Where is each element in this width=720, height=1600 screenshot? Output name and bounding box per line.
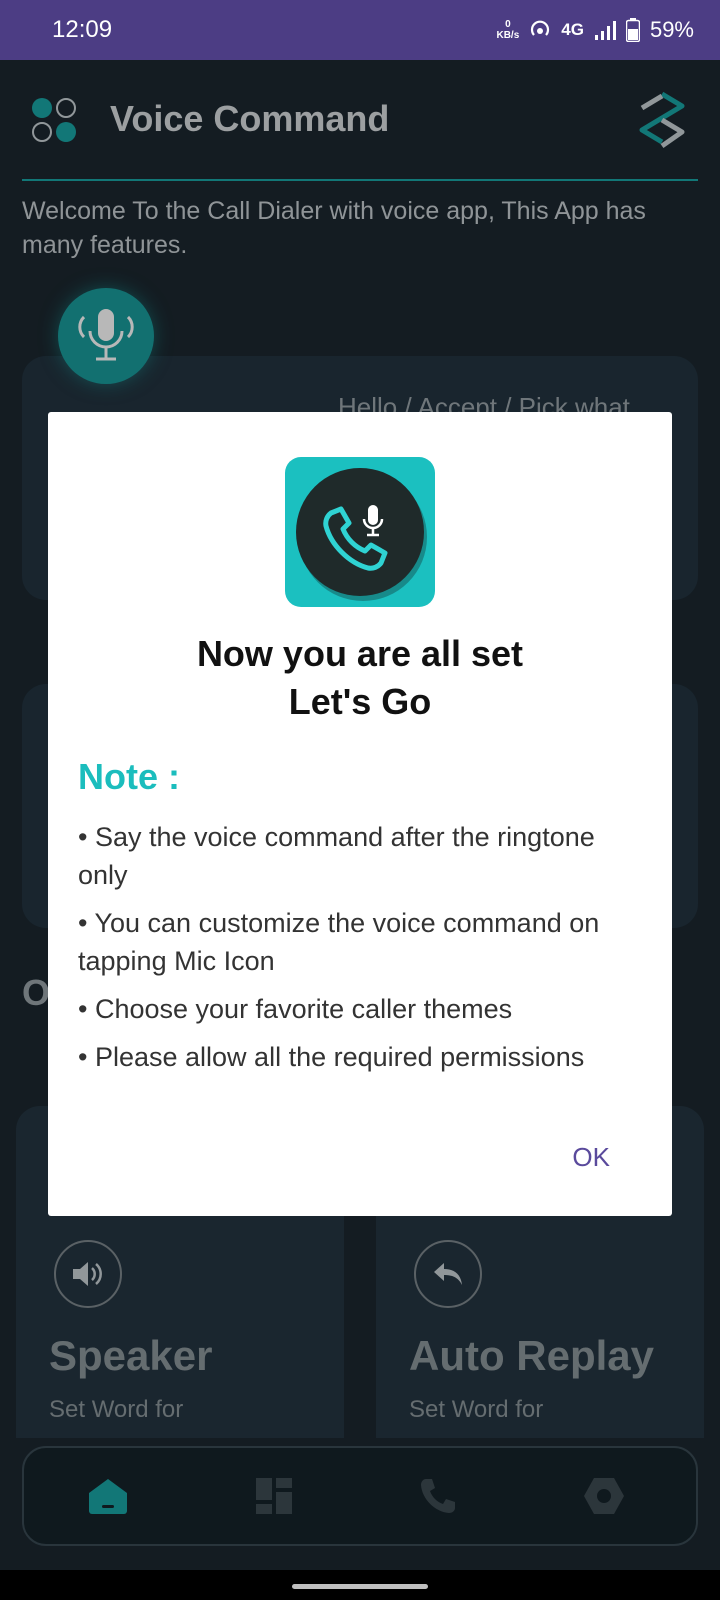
note-item: You can customize the voice command on t…: [78, 904, 648, 980]
status-icons: 0 KB/s 4G 59%: [496, 14, 694, 46]
note-item: Please allow all the required permission…: [78, 1038, 648, 1076]
note-item: Say the voice command after the ringtone…: [78, 818, 648, 894]
system-nav-bar: [0, 1570, 720, 1600]
ok-button[interactable]: OK: [572, 1142, 610, 1173]
battery-percent: 59%: [649, 17, 694, 42]
data-rate: 0 KB/s: [496, 19, 520, 41]
hotspot-icon: [531, 20, 550, 36]
dialog-heading: Now you are all set Let's Go: [196, 633, 524, 722]
battery-icon: [625, 18, 640, 42]
home-gesture-pill[interactable]: [292, 1584, 428, 1589]
note-list: Say the voice command after the ringtone…: [78, 818, 648, 1086]
app-logo-icon: [285, 457, 435, 607]
status-time: 12:09: [52, 16, 113, 43]
setup-dialog: Now you are all set Let's Go Note : Say …: [48, 412, 672, 1216]
status-bar: 12:09 0 KB/s 4G 59%: [0, 0, 720, 60]
network-type: 4G: [561, 20, 584, 39]
signal-icon: [594, 21, 616, 40]
note-item: Choose your favorite caller themes: [78, 990, 648, 1028]
note-title: Note :: [78, 756, 180, 797]
